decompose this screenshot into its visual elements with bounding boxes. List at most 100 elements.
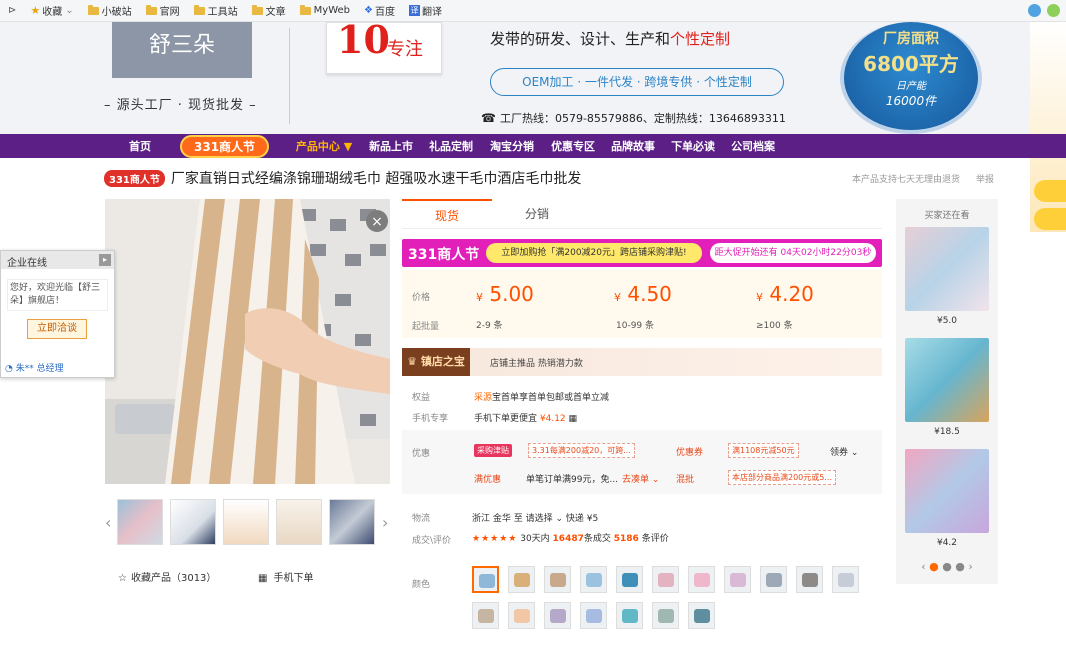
nav-guide[interactable]: 下单必读 [663,138,723,154]
coupon[interactable]: 本店部分商品满200元或5... [728,470,836,485]
bookmark-favorites[interactable]: ★ 收藏 ⌄ [30,3,73,18]
thumbnail[interactable] [117,499,163,545]
color-swatch[interactable] [544,566,571,593]
favorite-product[interactable]: ☆ 收藏产品（3013） [118,569,216,584]
bookmark-folder[interactable]: 文章 [251,3,286,18]
main-product-image[interactable]: × [105,199,390,484]
color-swatch[interactable] [760,566,787,593]
location-icon[interactable] [1034,180,1066,202]
nav-discount[interactable]: 优惠专区 [543,138,603,154]
color-swatch[interactable] [688,602,715,629]
phone-icon: ☎ [481,111,496,125]
recommend-panel: 买家还在看 ¥5.0 ¥18.5 ¥4.2 ‹ ● ● ● › [896,199,998,584]
color-swatch[interactable] [616,566,643,593]
extension-icon[interactable] [1028,4,1041,17]
chevron-left-icon[interactable]: ‹ [921,560,925,573]
thumbnail[interactable] [223,499,269,545]
color-swatch[interactable] [472,566,499,593]
baidu-icon: ❖ [364,5,373,16]
tab-distribution[interactable]: 分销 [492,199,582,228]
color-swatch[interactable] [472,602,499,629]
shop-logo[interactable]: 舒三朵 [112,22,252,78]
color-swatch[interactable] [724,566,751,593]
chevron-right-icon[interactable]: › [968,560,972,573]
color-swatch[interactable] [796,566,823,593]
thumbnail[interactable] [329,499,375,545]
svg-text:×: × [371,214,383,230]
nav-story[interactable]: 品牌故事 [603,138,663,154]
color-swatch[interactable] [832,566,859,593]
recommend-item[interactable] [905,449,989,533]
report-link[interactable]: 举报 [976,172,994,185]
sidebar-toggle-icon[interactable]: ⊳ [8,5,16,16]
swatch-color [550,609,566,623]
tab-stock[interactable]: 现货 [402,199,492,228]
recommend-item[interactable] [905,227,989,311]
add-items-link[interactable]: 去凑单 ⌄ [622,472,659,485]
star-icon: ★ [30,4,41,17]
nav-home[interactable]: 首页 [100,138,180,154]
folder-icon [299,4,311,15]
chevron-right-icon[interactable]: › [382,513,394,532]
review-summary[interactable]: ★★★★★ 30天内 16487条成交 5186 条评价 [472,531,669,544]
color-swatch[interactable] [580,602,607,629]
chat-now-button[interactable]: 立即洽谈 [27,319,87,339]
promo-offer[interactable]: 立即加购抢「满200减20元」跨店铺采购津贴! [486,243,702,263]
bookmark-folder[interactable]: MyWeb [299,4,350,16]
swatch-color [622,573,638,587]
oem-services: OEM加工 · 一件代发 · 跨境专供 · 个性定制 [490,68,784,96]
bookmark-folder[interactable]: 小破站 [87,3,132,18]
nav-new[interactable]: 新品上市 [361,138,421,154]
side-shortcut-icon[interactable] [1034,208,1066,230]
nav-gift[interactable]: 礼品定制 [421,138,481,154]
chat-manager[interactable]: ◔ 朱** 总经理 [5,361,64,374]
color-swatch[interactable] [688,566,715,593]
recommend-item[interactable] [905,338,989,422]
shop-nav: 首页 331商人节 产品中心 ▼ 新品上市 礼品定制 淘宝分销 优惠专区 品牌故… [0,134,1066,158]
swatch-color [622,609,638,623]
thumbnail[interactable] [276,499,322,545]
nav-products[interactable]: 产品中心 ▼ [287,138,361,154]
swatch-color [586,573,602,587]
extension-icon[interactable] [1047,4,1060,17]
color-swatch[interactable] [544,602,571,629]
minimize-icon[interactable]: ▸ [99,254,111,266]
chevron-left-icon[interactable]: ‹ [105,513,117,532]
get-coupon-link[interactable]: 领券 ⌄ [830,445,858,458]
swatch-color [694,573,710,587]
coupon[interactable]: 3.31每满200减20，可跨... [528,443,635,458]
nav-festival[interactable]: 331商人节 [180,134,270,158]
color-swatch[interactable] [508,602,535,629]
shop-treasure-bar[interactable]: ♛ 镇店之宝 店铺主推品 热销潜力款 [402,348,882,376]
return-note: 本产品支持七天无理由退货 [852,175,961,185]
swatch-color [514,573,530,587]
swatch-color [802,573,818,587]
qrcode-icon: ▦ [568,414,578,424]
swatch-color [586,609,602,623]
coupon[interactable]: 满1108元减50元 [728,443,799,458]
browser-extensions [1028,4,1060,17]
banner-slogan: 发带的研发、设计、生产和个性定制 [490,30,731,48]
color-swatch[interactable] [580,566,607,593]
color-swatch[interactable] [508,566,535,593]
color-swatch[interactable] [652,602,679,629]
recommend-pager[interactable]: ‹ ● ● ● › [896,560,998,573]
bookmark-folder[interactable]: 工具站 [193,3,238,18]
swatch-color [550,573,566,587]
destination-select[interactable]: 请选择 [526,514,553,524]
mobile-exclusive[interactable]: 手机下单更便宜 ¥4.12 ▦ [474,411,577,424]
bookmark-folder[interactable]: 官网 [145,3,180,18]
thumbnail[interactable] [170,499,216,545]
swatch-color [694,609,710,623]
nav-distribution[interactable]: 淘宝分销 [481,138,543,154]
mobile-order[interactable]: ▦ 手机下单 [258,569,313,584]
nav-profile[interactable]: 公司档案 [723,138,783,154]
bookmark-baidu[interactable]: ❖ 百度 [364,3,395,18]
bookmark-translate[interactable]: 译翻译 [408,3,442,18]
translate-icon: 译 [408,5,420,16]
divider [289,28,290,124]
qrcode-icon: ▦ [258,573,268,584]
swatch-color [838,573,854,587]
color-swatch[interactable] [616,602,643,629]
color-swatch[interactable] [652,566,679,593]
